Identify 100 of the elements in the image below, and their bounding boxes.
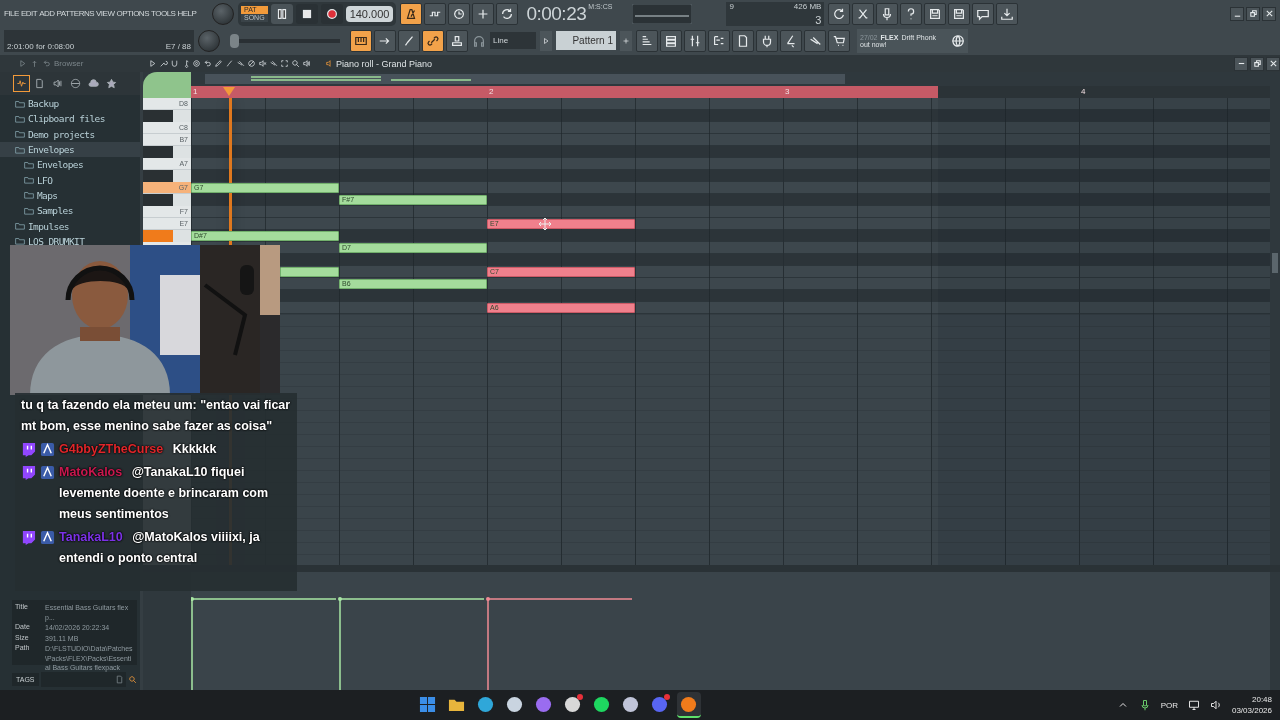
note-readout: E7 / 88 <box>165 41 191 51</box>
close-icon <box>1268 59 1278 68</box>
app-icon <box>622 695 640 713</box>
folder-item[interactable]: Clipboard files <box>0 111 140 127</box>
toolbar-button[interactable] <box>852 2 875 25</box>
folder-item[interactable]: Backup <box>0 96 140 112</box>
piano-key[interactable] <box>143 170 191 182</box>
mixer-icon <box>688 33 702 48</box>
minimize-button[interactable] <box>1234 56 1248 71</box>
folder-item[interactable]: Maps <box>0 187 140 204</box>
arrow-icon <box>542 36 550 45</box>
taskbar-app[interactable] <box>676 692 701 718</box>
toolbar-button[interactable] <box>398 29 420 52</box>
close-button[interactable] <box>1262 6 1276 21</box>
velocity-stem[interactable] <box>338 597 485 690</box>
toolbar-button[interactable] <box>400 2 423 25</box>
folder-item[interactable]: LFO <box>0 172 140 188</box>
folder-item[interactable]: Envelopes <box>0 157 140 173</box>
menu-item[interactable]: VIEW <box>96 9 115 18</box>
toolbar-button[interactable] <box>472 2 495 25</box>
pattern-prev-button[interactable] <box>540 30 552 51</box>
record-button[interactable] <box>320 3 343 24</box>
play-icon <box>148 59 157 68</box>
toolbar-button[interactable] <box>924 2 947 25</box>
toolbar-button[interactable] <box>350 29 372 52</box>
pattern-selector[interactable]: Pattern 1 <box>556 31 616 50</box>
search-icon[interactable] <box>128 675 137 684</box>
toolbar-button[interactable] <box>422 29 444 52</box>
toolbar-button[interactable] <box>446 29 468 52</box>
minimize-button[interactable] <box>1230 6 1244 21</box>
menu-item[interactable]: TOOLS <box>151 9 176 18</box>
restore-button[interactable] <box>1250 56 1264 71</box>
app-icon <box>651 695 669 713</box>
toolbar-button[interactable] <box>780 29 802 52</box>
toolbar-button[interactable] <box>900 2 923 25</box>
toolbar-button[interactable] <box>756 29 778 52</box>
volume-icon[interactable] <box>1209 699 1222 711</box>
move-cursor-icon <box>539 218 551 230</box>
microphone-icon[interactable] <box>1138 699 1151 711</box>
piano-key[interactable] <box>143 194 191 206</box>
toolbar-button[interactable] <box>972 2 995 25</box>
velocity-stem[interactable] <box>191 597 337 690</box>
folder-item[interactable]: Demo projects <box>0 126 140 142</box>
toolbar-button[interactable] <box>708 29 730 52</box>
loop-icon <box>500 6 515 21</box>
list-icon <box>664 33 678 48</box>
toolbar-button[interactable] <box>424 2 447 25</box>
menu-item[interactable]: OPTIONS <box>116 9 149 18</box>
menu-item[interactable]: ADD <box>39 9 55 18</box>
menu-item[interactable]: FILE <box>4 9 19 18</box>
folder-item[interactable]: Samples <box>0 203 140 219</box>
audio-tab-icon[interactable] <box>16 78 27 89</box>
snap-dropdown[interactable]: Line <box>490 32 536 49</box>
piano-key[interactable] <box>143 110 191 122</box>
tempo-field[interactable]: 140.000 <box>345 5 394 22</box>
menu-item[interactable]: EDIT <box>20 9 38 18</box>
toolbar-button[interactable] <box>996 2 1019 25</box>
language-indicator[interactable]: POR <box>1160 700 1178 710</box>
record-icon <box>324 6 339 21</box>
slider-thumb[interactable] <box>230 33 239 48</box>
close-button[interactable] <box>1266 56 1280 71</box>
timeline[interactable]: 1 2 3 4 <box>191 86 1270 98</box>
toolbar-button[interactable] <box>804 29 826 52</box>
network-icon[interactable] <box>1187 699 1200 711</box>
toolbar-button[interactable] <box>374 29 396 52</box>
piano-key[interactable] <box>143 146 191 158</box>
toolbar-button[interactable] <box>876 2 899 25</box>
menu-item[interactable]: HELP <box>177 9 197 18</box>
clock-time: 20:48 <box>1252 694 1272 705</box>
bar-number: 1 <box>193 87 198 97</box>
cpu-usage: 3 <box>815 13 822 26</box>
star-icon[interactable] <box>106 78 117 89</box>
toolbar-button[interactable] <box>828 29 850 52</box>
toolbar-button[interactable] <box>732 29 754 52</box>
menu-item[interactable]: PATTERNS <box>56 9 94 18</box>
app-icon <box>506 695 524 713</box>
floppy-icon <box>952 6 967 21</box>
tags-field[interactable] <box>40 672 126 687</box>
cloud-icon[interactable] <box>88 78 99 89</box>
pause-button[interactable] <box>270 3 293 24</box>
toolbar-button[interactable] <box>636 29 658 52</box>
restore-button[interactable] <box>1246 6 1260 21</box>
toolbar-button[interactable] <box>448 2 471 25</box>
stop-button[interactable] <box>295 3 318 24</box>
toolbar-button[interactable] <box>828 2 851 25</box>
toolbar-button[interactable] <box>684 29 706 52</box>
globe-icon[interactable] <box>70 78 81 89</box>
brush-icon <box>225 59 234 68</box>
toolbar-button[interactable] <box>496 2 519 25</box>
note-tool-corner[interactable] <box>143 72 191 98</box>
folder-item[interactable]: Impulses <box>0 218 140 234</box>
clock[interactable]: 20:48 03/03/2026 <box>1231 694 1272 716</box>
folder-item[interactable]: Envelopes <box>0 141 140 158</box>
toolbar-button[interactable] <box>948 2 971 25</box>
mute-icon <box>258 59 267 68</box>
restore-icon <box>1252 59 1262 68</box>
speaker-icon <box>325 59 334 68</box>
app-icon <box>419 695 437 713</box>
folder-item[interactable]: LOS DRUMKIT <box>0 233 140 249</box>
toolbar-button[interactable] <box>660 29 682 52</box>
